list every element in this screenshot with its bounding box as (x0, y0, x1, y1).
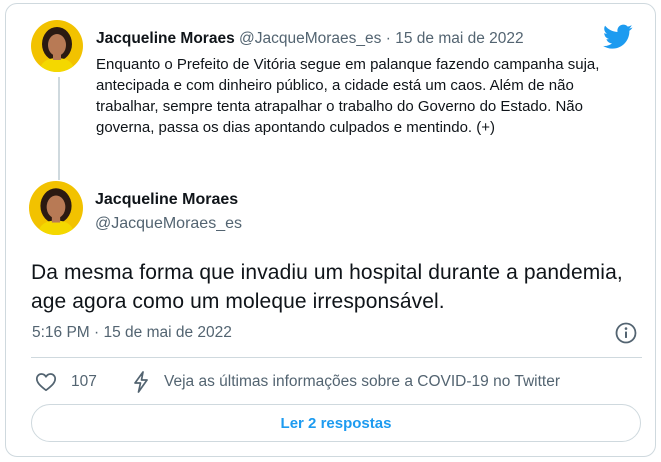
header-separator: · (385, 30, 391, 47)
covid-info-link[interactable]: Veja as últimas informações sobre a COVI… (164, 373, 560, 391)
quoted-tweet-header: Jacqueline Moraes @JacqueMoraes_es · 15 … (96, 30, 524, 48)
author-handle[interactable]: @JacqueMoraes_es (95, 215, 242, 233)
thread-connector-line (58, 77, 60, 180)
twitter-bird-icon[interactable] (603, 24, 633, 50)
quoted-tweet-date[interactable]: 15 de mai de 2022 (395, 30, 523, 47)
quoted-author-handle[interactable]: @JacqueMoraes_es (239, 30, 381, 47)
author-avatar[interactable] (29, 181, 83, 235)
tweet-timestamp[interactable]: 5:16 PM · 15 de mai de 2022 (32, 324, 232, 342)
quoted-author-name[interactable]: Jacqueline Moraes (96, 30, 235, 47)
read-replies-button[interactable]: Ler 2 respostas (31, 404, 641, 442)
lightning-bolt-icon[interactable] (130, 370, 152, 394)
author-name[interactable]: Jacqueline Moraes (95, 191, 238, 209)
actions-divider (31, 357, 642, 358)
tweet-text: Da mesma forma que invadiu um hospital d… (31, 261, 623, 313)
heart-icon[interactable] (35, 371, 57, 393)
quoted-author-avatar[interactable] (31, 20, 83, 72)
quoted-tweet-text: Enquanto o Prefeito de Vitória segue em … (96, 56, 600, 136)
embedded-tweet-card: Jacqueline Moraes @JacqueMoraes_es · 15 … (5, 3, 656, 457)
info-icon[interactable] (615, 322, 637, 344)
like-count[interactable]: 107 (71, 373, 97, 391)
